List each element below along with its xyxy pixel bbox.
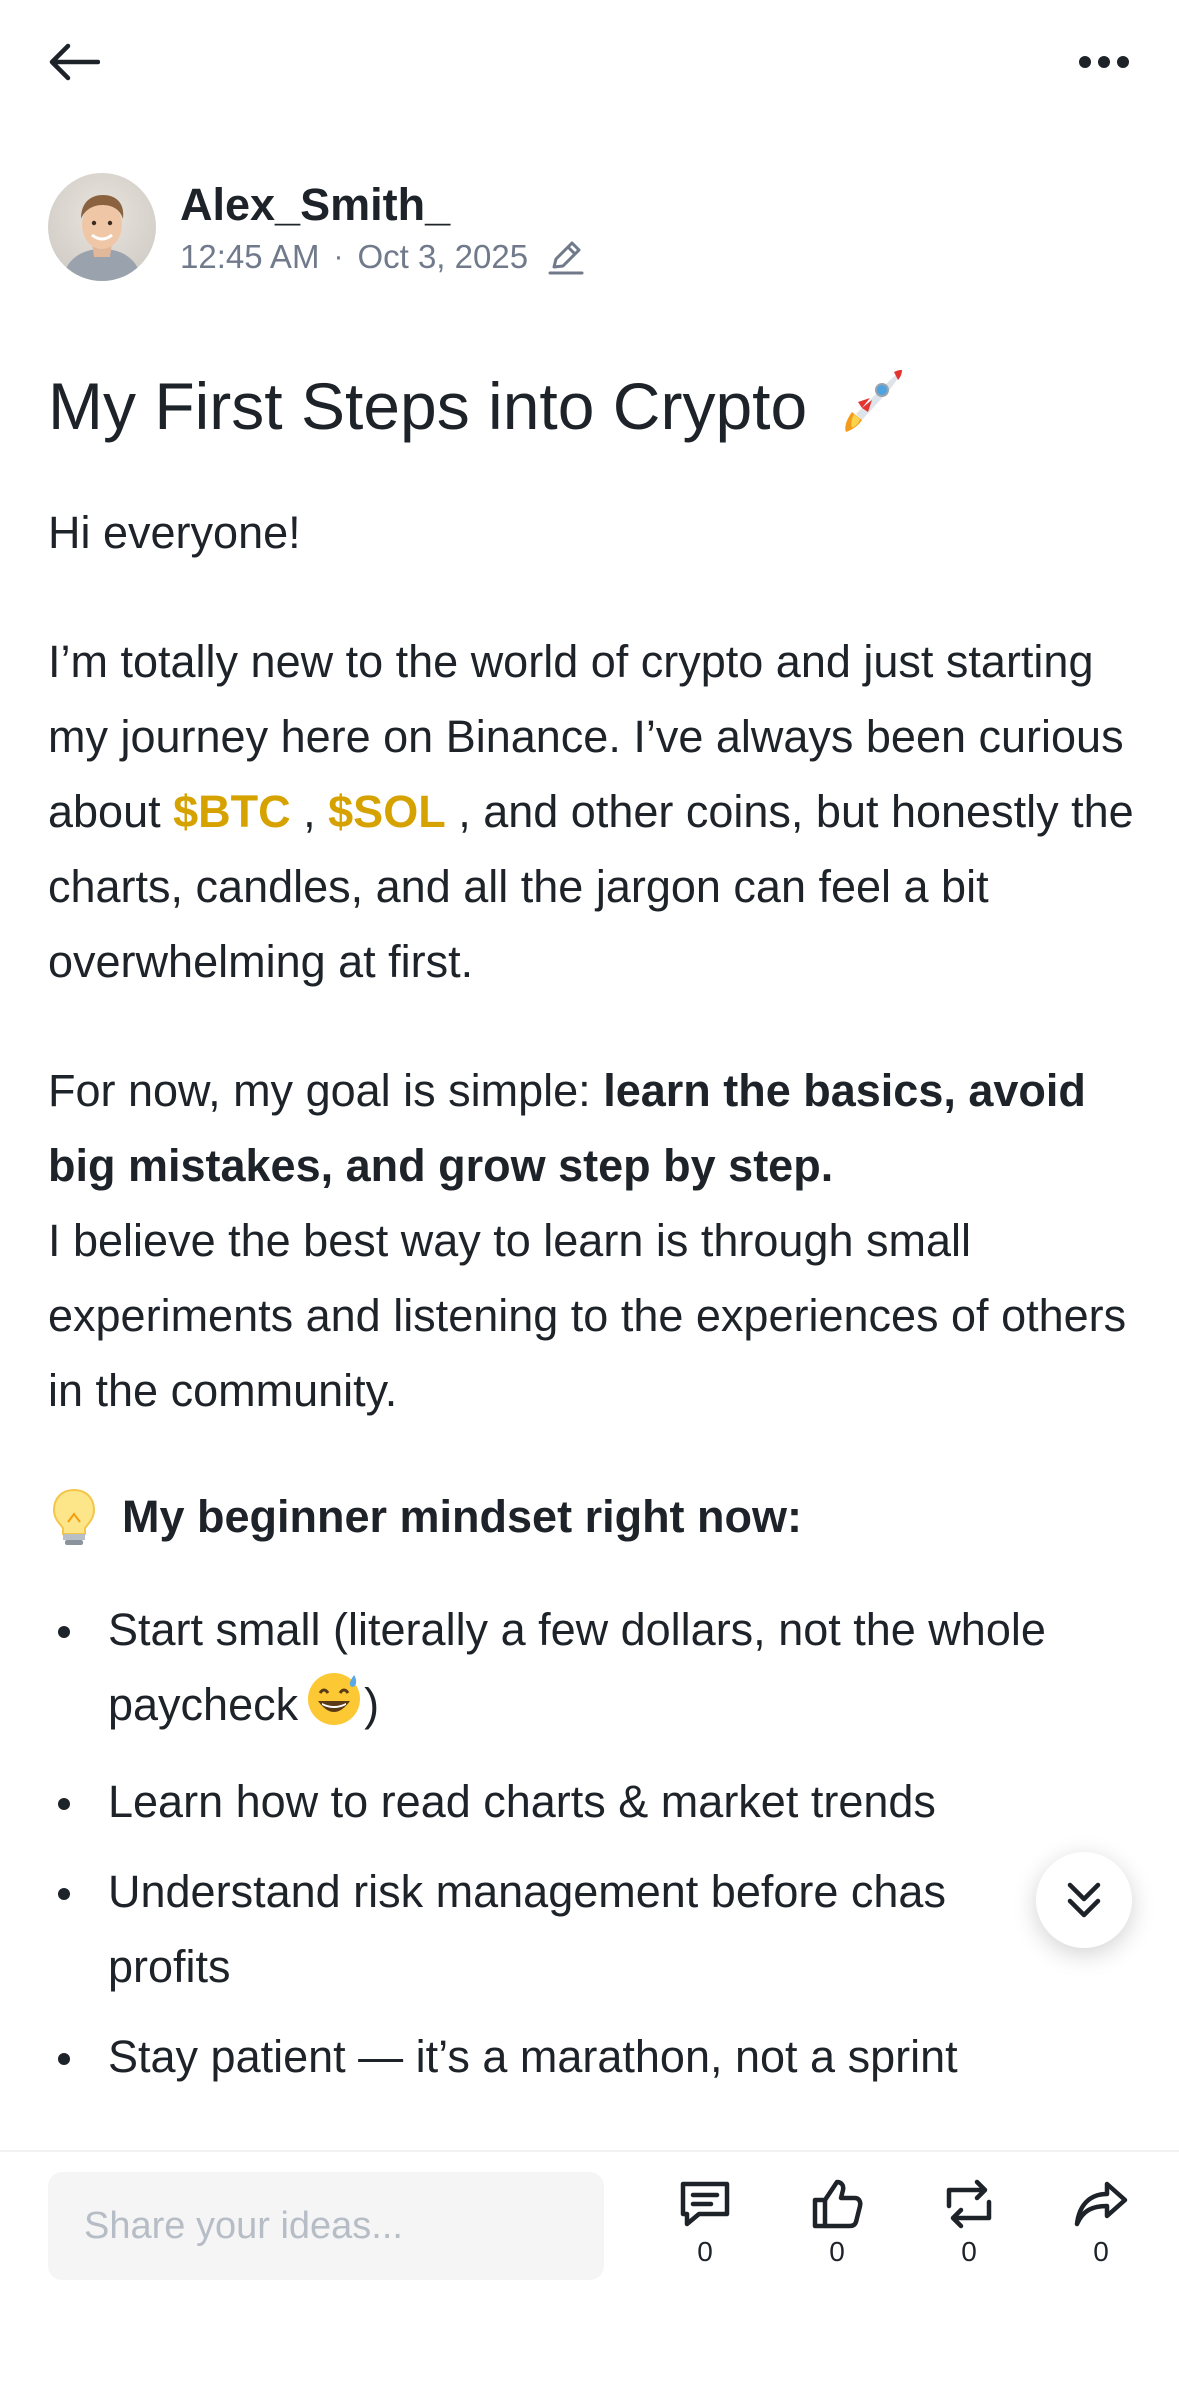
list-item-suffix: ): [364, 1679, 380, 1731]
rocket-icon: [832, 362, 908, 461]
intro-paragraph: I’m totally new to the world of crypto a…: [48, 624, 1138, 999]
repost-count: 0: [961, 2236, 977, 2267]
thumbs-up-icon: [812, 2179, 863, 2229]
list-item-text: Stay patient — it’s a marathon, not a sp…: [108, 2031, 958, 2083]
post-date: Oct 3, 2025: [357, 238, 529, 275]
author-name[interactable]: Alex_Smith_: [180, 177, 586, 233]
share-ideas-input[interactable]: [48, 2172, 604, 2280]
back-button[interactable]: [44, 34, 104, 90]
like-button[interactable]: 0: [792, 2178, 882, 2268]
list-item: Understand risk management before chas pr…: [48, 1854, 1138, 2004]
goal-rest: I believe the best way to learn is throu…: [48, 1215, 1127, 1417]
post-title-text: My First Steps into Crypto: [48, 369, 808, 443]
goal-paragraph: For now, my goal is simple: learn the ba…: [48, 1053, 1138, 1428]
intro-comma: ,: [290, 786, 329, 838]
double-chevron-down-icon: [1067, 1882, 1101, 1918]
avatar-image: [62, 195, 142, 281]
greeting: Hi everyone!: [48, 507, 301, 559]
top-bar: [0, 0, 1179, 125]
list-item: Start small (literally a few dollars, no…: [48, 1592, 1138, 1749]
pencil-icon: [546, 237, 586, 277]
post-content: My First Steps into Crypto Hi everyone! …: [48, 360, 1138, 2109]
cashtag-btc[interactable]: $BTC: [173, 786, 291, 837]
list-item: Stay patient — it’s a marathon, not a sp…: [48, 2019, 1138, 2094]
grinning-sweat-emoji-icon: [304, 1667, 364, 1749]
cashtag-sol[interactable]: $SOL: [328, 786, 446, 837]
meta-separator: ·: [333, 240, 344, 273]
mindset-heading: My beginner mindset right now:: [48, 1482, 1138, 1552]
list-item-text: Start small (literally a few dollars, no…: [108, 1604, 1046, 1731]
repost-button[interactable]: 0: [924, 2178, 1014, 2268]
list-item-text: Understand risk management before chas: [108, 1866, 946, 1918]
share-count: 0: [1093, 2236, 1109, 2267]
lightbulb-icon: [48, 1486, 100, 1548]
goal-prefix: For now, my goal is simple:: [48, 1065, 604, 1117]
mindset-list: Start small (literally a few dollars, no…: [48, 1592, 1138, 2094]
list-item: Learn how to read charts & market trends: [48, 1764, 1138, 1839]
share-arrow-icon: [1074, 2181, 1128, 2227]
list-item-text: Learn how to read charts & market trends: [108, 1776, 936, 1828]
repost-icon: [946, 2179, 992, 2229]
bottom-action-bar: 0 0 0 0: [0, 2150, 1179, 2396]
scroll-to-bottom-button[interactable]: [1036, 1852, 1132, 1948]
post-meta: 12:45 AM · Oct 3, 2025: [180, 237, 586, 277]
avatar[interactable]: [48, 173, 156, 281]
list-item-text-continued: profits: [108, 1941, 231, 1993]
comment-button[interactable]: 0: [660, 2178, 750, 2268]
author-row: Alex_Smith_ 12:45 AM · Oct 3, 2025: [48, 172, 586, 282]
comment-icon: [680, 2181, 730, 2227]
more-options-button[interactable]: [1069, 34, 1139, 90]
share-button[interactable]: 0: [1056, 2178, 1146, 2268]
post-title: My First Steps into Crypto: [48, 360, 1138, 461]
comment-count: 0: [697, 2236, 713, 2267]
post-time: 12:45 AM: [180, 238, 320, 275]
mindset-heading-text: My beginner mindset right now:: [122, 1491, 803, 1543]
more-horizontal-icon: [1079, 56, 1129, 68]
like-count: 0: [829, 2236, 845, 2267]
arrow-left-icon: [49, 43, 100, 81]
